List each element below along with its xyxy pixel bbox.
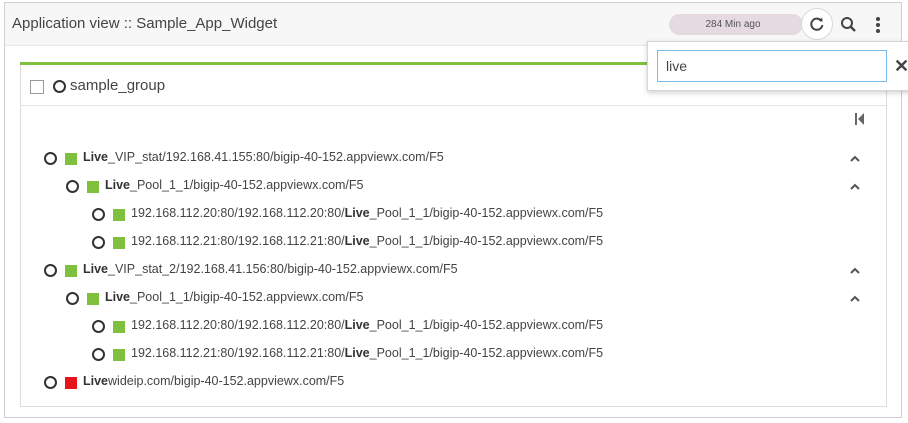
status-indicator xyxy=(65,265,77,277)
tree-node-radio[interactable] xyxy=(92,320,105,333)
tree-node-label: Live_VIP_stat_2/192.168.41.156:80/bigip-… xyxy=(83,262,458,276)
tree-node-radio[interactable] xyxy=(44,152,57,165)
status-indicator xyxy=(113,349,125,361)
tree-node-row[interactable]: 192.168.112.21:80/192.168.112.21:80/Live… xyxy=(21,344,886,366)
close-search-button[interactable]: ✕ xyxy=(894,54,908,78)
search-match-highlight: Live xyxy=(83,262,109,276)
search-button[interactable] xyxy=(839,15,859,35)
tree-node-row[interactable]: Live_VIP_stat_2/192.168.41.156:80/bigip-… xyxy=(21,260,886,282)
search-match-highlight: Live xyxy=(344,206,370,220)
tree-node-prefix: 192.168.112.20:80/192.168.112.20:80/ xyxy=(131,206,345,220)
tree-node-row[interactable]: Livewideip.com/bigip-40-152.appviewx.com… xyxy=(21,372,886,394)
tree-node-rest: _Pool_1_1/bigip-40-152.appviewx.com/F5 xyxy=(130,178,364,192)
tree-node-rest: _Pool_1_1/bigip-40-152.appviewx.com/F5 xyxy=(369,346,604,360)
tree-node-row[interactable]: 192.168.112.21:80/192.168.112.21:80/Live… xyxy=(21,232,886,254)
tree-node-label: Livewideip.com/bigip-40-152.appviewx.com… xyxy=(83,374,344,388)
tree-node-row[interactable]: Live_Pool_1_1/bigip-40-152.appviewx.com/… xyxy=(21,288,886,310)
chevron-up-icon[interactable] xyxy=(849,295,861,303)
status-indicator xyxy=(87,181,99,193)
tree-node-rest: _Pool_1_1/bigip-40-152.appviewx.com/F5 xyxy=(369,206,604,220)
search-icon xyxy=(841,17,856,32)
status-indicator xyxy=(65,377,77,389)
tree-node-label: 192.168.112.21:80/192.168.112.21:80/Live… xyxy=(131,234,603,248)
close-icon: ✕ xyxy=(894,56,908,76)
group-checkbox[interactable] xyxy=(30,80,44,94)
chevron-up-icon[interactable] xyxy=(849,155,861,163)
more-options-button[interactable] xyxy=(871,13,885,37)
tree-node-prefix: 192.168.112.21:80/192.168.112.21:80/ xyxy=(131,346,345,360)
tree-node-label: 192.168.112.20:80/192.168.112.20:80/Live… xyxy=(131,318,603,332)
tree-node-row[interactable]: 192.168.112.20:80/192.168.112.20:80/Live… xyxy=(21,316,886,338)
tree-node-label: 192.168.112.20:80/192.168.112.20:80/Live… xyxy=(131,206,603,220)
status-indicator xyxy=(113,321,125,333)
search-match-highlight: Live xyxy=(105,290,131,304)
search-input[interactable] xyxy=(657,50,887,82)
tree-node-row[interactable]: 192.168.112.20:80/192.168.112.20:80/Live… xyxy=(21,204,886,226)
tree-node-radio[interactable] xyxy=(92,348,105,361)
tree-node-prefix: 192.168.112.20:80/192.168.112.20:80/ xyxy=(131,318,345,332)
chevron-up-icon[interactable] xyxy=(849,267,861,275)
tree-node-radio[interactable] xyxy=(92,208,105,221)
page-title: Application view :: Sample_App_Widget xyxy=(12,15,278,32)
tree-node-rest: _Pool_1_1/bigip-40-152.appviewx.com/F5 xyxy=(369,234,604,248)
tree-node-radio[interactable] xyxy=(66,292,79,305)
search-match-highlight: Live xyxy=(83,150,109,164)
tree-node-row[interactable]: Live_Pool_1_1/bigip-40-152.appviewx.com/… xyxy=(21,176,886,198)
tree-node-rest: _VIP_stat_2/192.168.41.156:80/bigip-40-1… xyxy=(108,262,458,276)
tree-node-label: 192.168.112.21:80/192.168.112.21:80/Live… xyxy=(131,346,603,360)
more-vertical-icon xyxy=(876,17,880,33)
group-label: sample_group xyxy=(70,77,166,94)
tree-node-prefix: 192.168.112.21:80/192.168.112.21:80/ xyxy=(131,234,345,248)
tree-node-row[interactable]: Live_VIP_stat/192.168.41.155:80/bigip-40… xyxy=(21,148,886,170)
status-indicator xyxy=(113,237,125,249)
refresh-icon xyxy=(810,17,824,31)
tree-node-rest: _VIP_stat/192.168.41.155:80/bigip-40-152… xyxy=(108,150,444,164)
search-match-highlight: Live xyxy=(344,346,370,360)
collapse-left-icon[interactable] xyxy=(855,113,865,125)
tree-node-radio[interactable] xyxy=(92,236,105,249)
search-match-highlight: Live xyxy=(344,318,370,332)
tree-node-label: Live_Pool_1_1/bigip-40-152.appviewx.com/… xyxy=(105,178,364,192)
application-view-widget: Application view :: Sample_App_Widget 28… xyxy=(4,2,908,418)
tree-node-radio[interactable] xyxy=(44,264,57,277)
search-match-highlight: Live xyxy=(83,374,109,388)
tree-node-label: Live_VIP_stat/192.168.41.155:80/bigip-40… xyxy=(83,150,444,164)
group-radio[interactable] xyxy=(53,80,66,93)
widget-header: Application view :: Sample_App_Widget 28… xyxy=(5,3,901,46)
status-indicator xyxy=(87,293,99,305)
tree-node-label: Live_Pool_1_1/bigip-40-152.appviewx.com/… xyxy=(105,290,364,304)
status-indicator xyxy=(113,209,125,221)
tree-node-rest: _Pool_1_1/bigip-40-152.appviewx.com/F5 xyxy=(130,290,364,304)
refresh-button[interactable] xyxy=(801,8,833,40)
tree-node-rest: _Pool_1_1/bigip-40-152.appviewx.com/F5 xyxy=(369,318,604,332)
search-popup: ✕ xyxy=(647,41,908,91)
tree-node-radio[interactable] xyxy=(44,376,57,389)
search-match-highlight: Live xyxy=(344,234,370,248)
group-panel: sample_group Live_VIP_stat/192.168.41.15… xyxy=(20,62,887,407)
last-refreshed-badge: 284 Min ago xyxy=(669,14,803,35)
chevron-up-icon[interactable] xyxy=(849,183,861,191)
tree-node-radio[interactable] xyxy=(66,180,79,193)
status-indicator xyxy=(65,153,77,165)
tree-node-rest: wideip.com/bigip-40-152.appviewx.com/F5 xyxy=(108,374,345,388)
search-match-highlight: Live xyxy=(105,178,131,192)
